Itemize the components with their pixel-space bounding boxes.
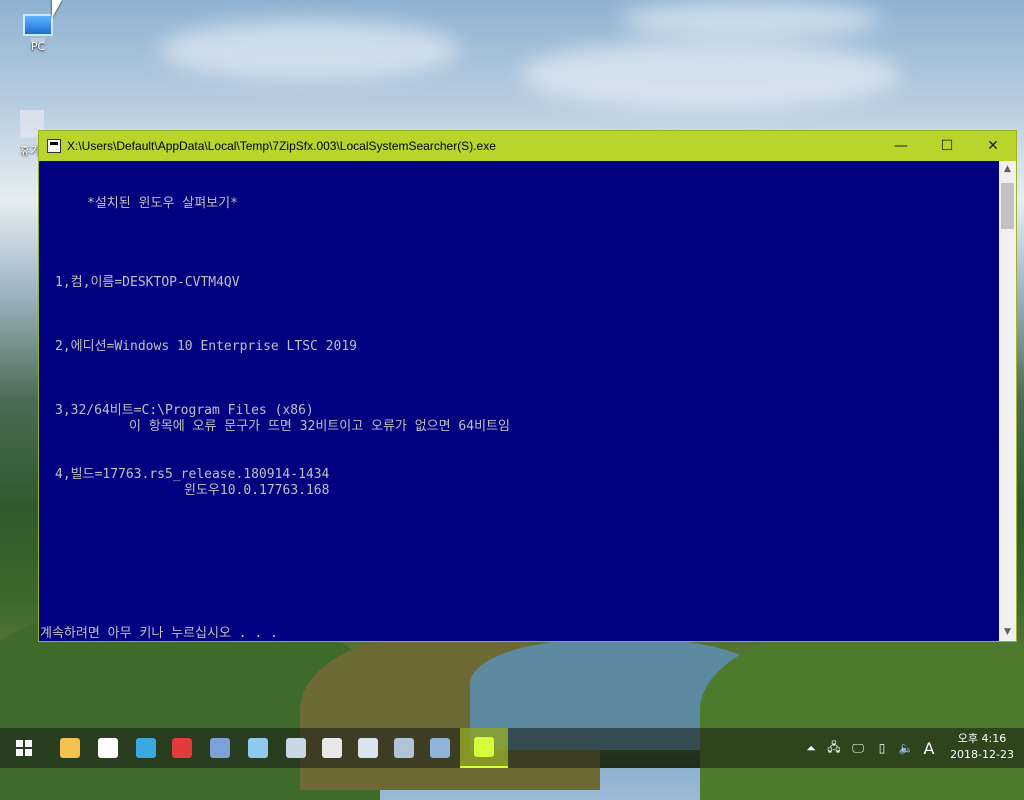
taskbar-button[interactable] (460, 728, 508, 768)
terminal-app-icon (358, 738, 378, 758)
console-heading: *설치된 윈도우 살펴보기* (87, 196, 238, 211)
console-line-bitness-note: 이 항목에 오류 문구가 뜨면 32비트이고 오류가 없으면 64비트임 (129, 419, 510, 434)
taskbar-button[interactable] (92, 732, 124, 764)
display-icon[interactable]: 🖵 (846, 741, 870, 756)
network-tool-icon (210, 738, 230, 758)
vertical-scrollbar[interactable]: ▲ ▼ (999, 161, 1016, 641)
mouse-pointer-icon (52, 0, 62, 18)
taskbar-clock[interactable]: 오후 4:16 2018-12-23 (950, 731, 1014, 763)
installer-icon (394, 738, 414, 758)
windows-logo-icon (16, 740, 32, 756)
window-titlebar[interactable]: X:\Users\Default\AppData\Local\Temp\7Zip… (39, 131, 1016, 161)
browser-icon (172, 738, 192, 758)
taskbar-button[interactable] (388, 732, 420, 764)
document-app-icon (248, 738, 268, 758)
taskbar-button[interactable] (54, 732, 86, 764)
scroll-up-arrow-icon[interactable]: ▲ (999, 161, 1016, 178)
monitor-app-icon (286, 738, 306, 758)
input-method-indicator[interactable]: A (918, 739, 940, 758)
console-line-computer-name: 1,컴,이름=DESKTOP-CVTM4QV (55, 275, 240, 290)
taskbar-button[interactable] (204, 732, 236, 764)
console-line-edition: 2,에디션=Windows 10 Enterprise LTSC 2019 (55, 339, 357, 354)
taskbar-button[interactable] (352, 732, 384, 764)
clock-time: 오후 4:16 (957, 732, 1007, 745)
taskbar-button[interactable] (424, 732, 456, 764)
minimize-button[interactable]: — (878, 131, 924, 161)
console-window[interactable]: X:\Users\Default\AppData\Local\Temp\7Zip… (38, 130, 1017, 642)
network-icon[interactable]: 🖧 (822, 738, 846, 759)
window-title: X:\Users\Default\AppData\Local\Temp\7Zip… (67, 139, 496, 153)
volume-icon[interactable]: 🔈 (894, 741, 918, 755)
bird-app-icon (136, 738, 156, 758)
searcher-app-icon (474, 737, 494, 757)
disc-icon (322, 738, 342, 758)
taskbar: ⏶ 🖧 🖵 ▯ 🔈 A 오후 4:16 2018-12-23 (0, 728, 1024, 768)
scroll-down-arrow-icon[interactable]: ▼ (999, 624, 1016, 641)
file-explorer-icon (60, 738, 80, 758)
console-line-bitness: 3,32/64비트=C:\Program Files (x86) (55, 403, 314, 418)
close-button[interactable]: ✕ (970, 131, 1016, 161)
start-button[interactable] (8, 732, 40, 764)
usb-drive-icon[interactable]: ▯ (870, 741, 894, 755)
maximize-button[interactable]: ☐ (924, 131, 970, 161)
console-app-icon (47, 139, 61, 153)
console-prompt: 계속하려면 아무 키나 누르십시오 . . . (40, 626, 278, 641)
taskbar-button[interactable] (280, 732, 312, 764)
taskbar-button[interactable] (316, 732, 348, 764)
console-line-version: 윈도우10.0.17763.168 (184, 483, 330, 498)
system-tray: ⏶ 🖧 🖵 ▯ 🔈 A (800, 728, 940, 768)
clock-date: 2018-12-23 (950, 748, 1014, 761)
scrollbar-thumb[interactable] (1001, 183, 1014, 229)
remote-desktop-icon (430, 738, 450, 758)
show-hidden-icons-icon[interactable]: ⏶ (800, 741, 822, 756)
settings-gear-icon (98, 738, 118, 758)
taskbar-button[interactable] (242, 732, 274, 764)
computer-icon (23, 14, 53, 42)
taskbar-button[interactable] (166, 732, 198, 764)
taskbar-button[interactable] (130, 732, 162, 764)
console-line-build: 4,빌드=17763.rs5_release.180914-1434 (55, 467, 330, 482)
console-output[interactable]: *설치된 윈도우 살펴보기* 1,컴,이름=DESKTOP-CVTM4QV 2,… (39, 161, 999, 641)
